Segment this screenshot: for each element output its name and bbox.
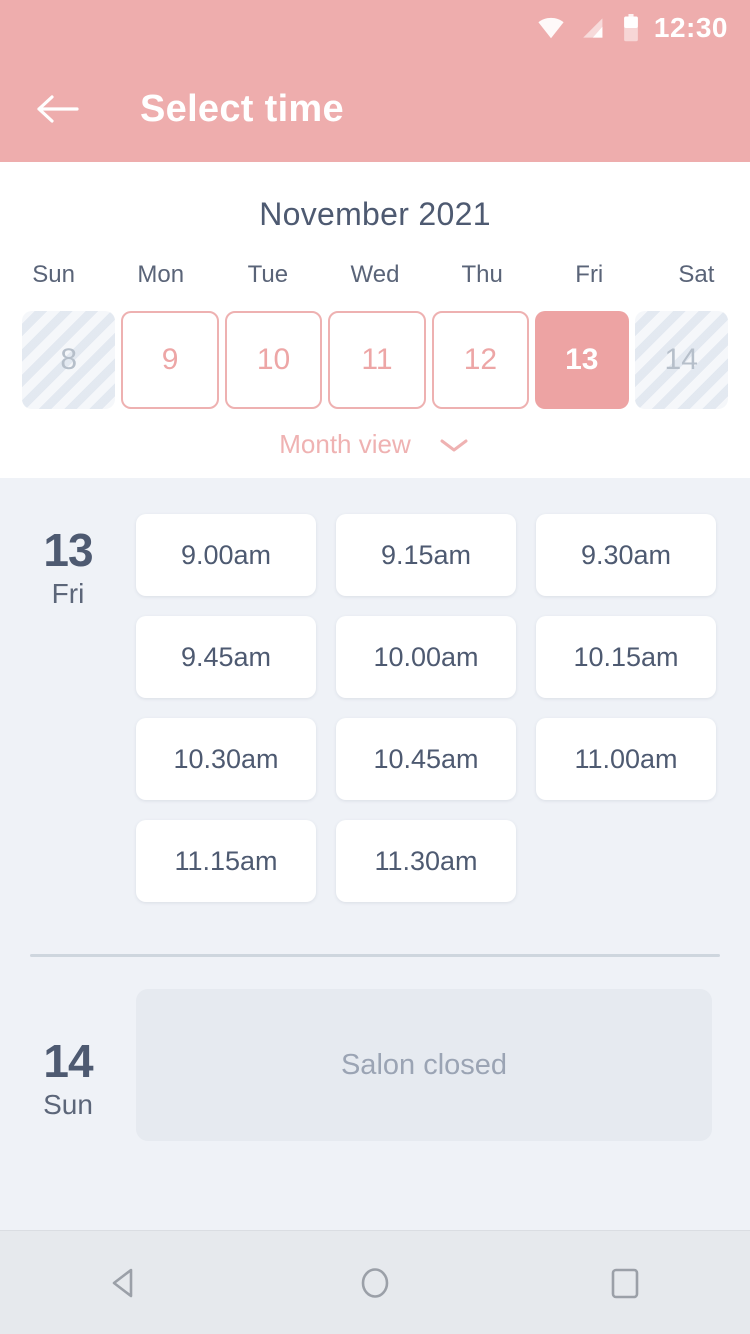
schedule-day-14: 14 Sun Salon closed <box>0 989 750 1141</box>
nav-recents-icon <box>611 1268 639 1298</box>
schedule-day-13: 13 Fri 9.00am 9.15am 9.30am 9.45am 10.00… <box>0 478 750 902</box>
schedule-day-label-13: 13 Fri <box>0 478 136 902</box>
signal-icon <box>580 16 608 40</box>
time-slot[interactable]: 9.45am <box>136 616 316 698</box>
time-slot[interactable]: 10.15am <box>536 616 716 698</box>
time-slot[interactable]: 11.30am <box>336 820 516 902</box>
nav-back-button[interactable] <box>65 1231 185 1334</box>
calendar-day-13[interactable]: 13 <box>535 311 629 409</box>
back-arrow-icon <box>37 95 79 123</box>
weekday-label-thu: Thu <box>461 261 503 288</box>
calendar-day-8: 8 <box>22 311 116 409</box>
schedule-day-number: 13 <box>43 524 93 576</box>
time-slot[interactable]: 9.30am <box>536 514 716 596</box>
month-view-toggle[interactable]: Month view <box>0 429 750 460</box>
app-screen: 12:30 Select time November 2021 Sun Mon … <box>0 0 750 1334</box>
android-nav-bar <box>0 1230 750 1334</box>
status-bar: 12:30 <box>0 0 750 56</box>
weekday-label-fri: Fri <box>575 261 604 288</box>
weekday-label-wed: Wed <box>350 261 400 288</box>
time-slot[interactable]: 10.45am <box>336 718 516 800</box>
calendar-day-11[interactable]: 11 <box>328 311 426 409</box>
battery-icon <box>622 14 640 42</box>
nav-back-icon <box>112 1268 133 1297</box>
time-slot-grid: 9.00am 9.15am 9.30am 9.45am 10.00am 10.1… <box>136 478 750 902</box>
schedule-area: 13 Fri 9.00am 9.15am 9.30am 9.45am 10.00… <box>0 478 750 1230</box>
calendar-days-row: 8 9 10 11 12 13 14 <box>0 311 750 409</box>
calendar-day-10[interactable]: 10 <box>224 311 323 409</box>
month-view-label: Month view <box>279 429 411 459</box>
page-title: Select time <box>140 87 344 130</box>
schedule-day-name: Sun <box>43 1089 93 1121</box>
weekday-label-sat: Sat <box>678 261 715 288</box>
weekday-label-tue: Tue <box>247 261 289 288</box>
time-slot[interactable]: 10.00am <box>336 616 516 698</box>
calendar-day-14: 14 <box>634 311 728 409</box>
time-slot[interactable]: 9.00am <box>136 514 316 596</box>
salon-closed-card: Salon closed <box>136 989 712 1141</box>
wifi-icon <box>536 16 566 40</box>
schedule-day-number: 14 <box>43 1035 93 1087</box>
time-slot[interactable]: 11.15am <box>136 820 316 902</box>
calendar-day-9[interactable]: 9 <box>121 311 219 409</box>
calendar-month-title: November 2021 <box>259 196 491 232</box>
back-button[interactable] <box>22 74 92 144</box>
app-bar: Select time <box>0 56 750 162</box>
schedule-day-label-14: 14 Sun <box>0 989 136 1141</box>
chevron-down-icon <box>440 439 468 451</box>
calendar-panel: November 2021 Sun Mon Tue Wed Thu Fri Sa… <box>0 162 750 478</box>
weekday-label-mon: Mon <box>137 261 185 288</box>
nav-home-button[interactable] <box>315 1231 435 1334</box>
nav-home-icon <box>361 1267 389 1298</box>
schedule-day-name: Fri <box>51 578 85 610</box>
status-time: 12:30 <box>653 12 728 43</box>
calendar-day-12[interactable]: 12 <box>431 311 530 409</box>
nav-recents-button[interactable] <box>565 1231 685 1334</box>
time-slot[interactable]: 10.30am <box>136 718 316 800</box>
weekday-header-row: Sun Mon Tue Wed Thu Fri Sat <box>0 261 750 289</box>
time-slot[interactable]: 9.15am <box>336 514 516 596</box>
time-slot[interactable]: 11.00am <box>536 718 716 800</box>
schedule-divider <box>30 954 720 957</box>
weekday-label-sun: Sun <box>32 261 75 288</box>
